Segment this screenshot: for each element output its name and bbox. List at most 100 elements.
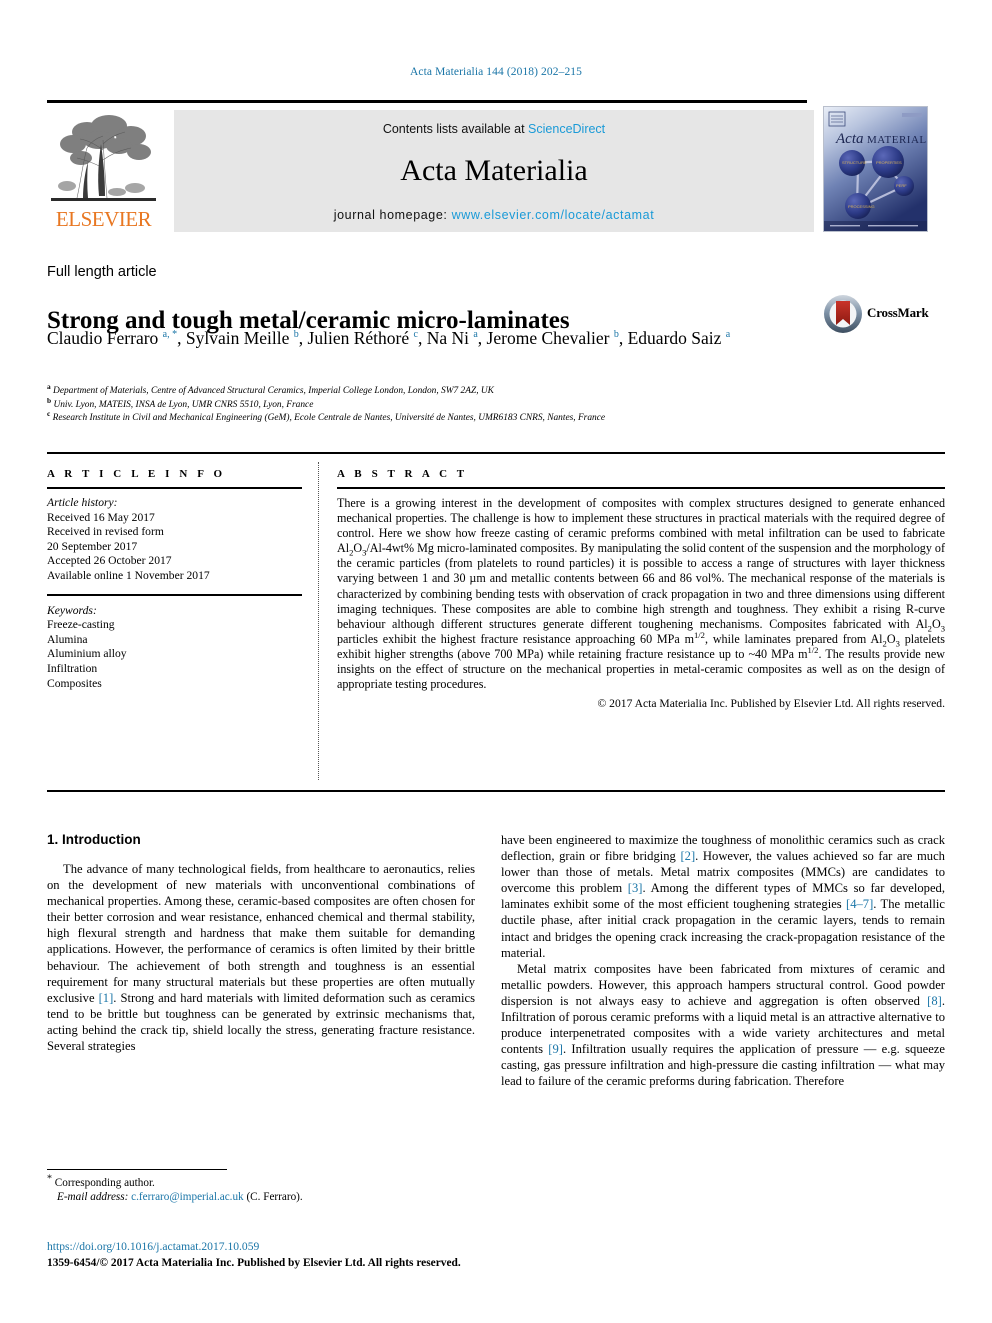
author-name: Sylvain Meille	[185, 328, 290, 348]
author-name: Claudio Ferraro	[47, 328, 159, 348]
author-marks: a	[725, 329, 731, 341]
email-label: E-mail address:	[57, 1191, 129, 1204]
contents-prefix: Contents lists available at	[382, 122, 529, 136]
journal-title: Acta Materialia	[400, 154, 588, 187]
citation-ref-9[interactable]: [9]	[548, 1042, 563, 1056]
author-entry: Na Ni a	[427, 328, 478, 348]
author-name: Na Ni	[426, 328, 469, 348]
abstract-column: A B S T R A C T There is a growing inter…	[337, 468, 945, 710]
affiliation-list: a Department of Materials, Centre of Adv…	[47, 381, 877, 426]
keywords-title: Keywords:	[47, 603, 97, 617]
masthead-top-rule	[47, 100, 807, 103]
author-entry: Claudio Ferraro a, *	[47, 328, 177, 348]
corresponding-marker: *	[47, 1173, 52, 1185]
article-type-label: Full length article	[47, 264, 157, 280]
abstract-text: There is a growing interest in the devel…	[337, 496, 945, 692]
affiliation-item: c Research Institute in Civil and Mechan…	[47, 408, 877, 426]
corresponding-author-label: Corresponding author.	[54, 1177, 155, 1189]
article-info-rule	[47, 487, 302, 489]
abstract-rule	[337, 487, 945, 489]
elsevier-wordmark: ELSEVIER	[55, 207, 152, 231]
author-marks: b	[613, 329, 619, 341]
svg-text:PROCESSING: PROCESSING	[848, 204, 875, 209]
author-name: Jerome Chevalier	[486, 328, 610, 348]
history-item: 20 September 2017	[47, 539, 138, 553]
email-link[interactable]: c.ferraro@imperial.ac.uk	[131, 1191, 243, 1203]
info-abstract-divider	[318, 462, 319, 780]
info-block-bottom-rule	[47, 790, 945, 792]
affiliation-mark: a	[47, 381, 51, 391]
journal-cover-thumbnail: Acta MATERIALIA STRUCTURE PROPERTIES PER…	[823, 106, 928, 232]
history-item: Accepted 26 October 2017	[47, 554, 172, 568]
svg-text:Acta: Acta	[835, 131, 864, 147]
doi-block: https://doi.org/10.1016/j.actamat.2017.1…	[47, 1239, 547, 1271]
author-marks: c	[413, 329, 418, 341]
doi-link[interactable]: https://doi.org/10.1016/j.actamat.2017.1…	[47, 1239, 547, 1255]
intro-paragraph-right-1: have been engineered to maximize the tou…	[501, 833, 945, 960]
intro-paragraph-left: The advance of many technological fields…	[47, 862, 475, 1054]
author-marks: a	[473, 329, 478, 341]
history-item: Received in revised form	[47, 525, 164, 539]
author-name: Eduardo Saiz	[627, 328, 722, 348]
crossmark-icon	[824, 295, 862, 333]
journal-homepage-line: journal homepage: www.elsevier.com/locat…	[174, 208, 814, 222]
article-history-group: Article history: Received 16 May 2017 Re…	[47, 496, 302, 584]
article-history-title: Article history:	[47, 496, 118, 509]
section-heading-introduction: 1. Introduction	[47, 832, 141, 847]
author-list: Claudio Ferraro a, *, Sylvain Meille b, …	[47, 328, 731, 348]
sciencedirect-link[interactable]: ScienceDirect	[528, 122, 605, 136]
history-item: Received 16 May 2017	[47, 510, 155, 524]
journal-homepage-link[interactable]: www.elsevier.com/locate/actamat	[452, 208, 655, 222]
keyword-item: Freeze-casting	[47, 618, 115, 632]
abstract-copyright: © 2017 Acta Materialia Inc. Published by…	[597, 697, 945, 711]
affiliation-item: a Department of Materials, Centre of Adv…	[47, 381, 877, 399]
affiliation-text: Univ. Lyon, MATEIS, INSA de Lyon, UMR CN…	[53, 399, 314, 410]
citation-ref-1[interactable]: [1]	[99, 991, 114, 1005]
email-line: E-mail address: c.ferraro@imperial.ac.uk…	[47, 1190, 477, 1204]
article-info-column: A R T I C L E I N F O Article history: R…	[47, 468, 302, 691]
intro-paragraph-right-2: Metal matrix composites have been fabric…	[501, 961, 945, 1089]
author-name: Julien Réthoré	[307, 328, 410, 348]
crossmark-label: CrossMark	[867, 305, 929, 320]
citation-ref-8[interactable]: [8]	[927, 994, 942, 1008]
svg-text:MATERIALIA: MATERIALIA	[867, 134, 927, 146]
elsevier-tree-icon	[47, 110, 160, 207]
keyword-item: Aluminium alloy	[47, 647, 127, 661]
affiliation-item: b Univ. Lyon, MATEIS, INSA de Lyon, UMR …	[47, 396, 877, 413]
svg-text:PERF: PERF	[896, 183, 907, 188]
author-marks: a, *	[162, 329, 178, 341]
contents-available-line: Contents lists available at ScienceDirec…	[174, 122, 814, 136]
svg-text:PROPERTIES: PROPERTIES	[876, 160, 902, 165]
journal-citation: Acta Materialia 144 (2018) 202–215	[409, 66, 583, 78]
crossmark-badge[interactable]: CrossMark	[823, 294, 945, 334]
keyword-item: Infiltration	[47, 661, 98, 675]
keywords-separator-rule	[47, 593, 302, 596]
citation-ref-4-7[interactable]: [4–7]	[846, 897, 873, 911]
affiliation-mark: c	[47, 408, 51, 418]
svg-text:STRUCTURE: STRUCTURE	[842, 160, 867, 165]
corresponding-author-line: * Corresponding author.	[47, 1173, 477, 1190]
issn-copyright-line: 1359-6454/© 2017 Acta Materialia Inc. Pu…	[47, 1257, 461, 1269]
info-block-top-rule	[47, 452, 945, 454]
citation-ref-3[interactable]: [3]	[628, 881, 643, 895]
email-owner: (C. Ferraro).	[246, 1191, 303, 1204]
abstract-label: A B S T R A C T	[337, 468, 468, 480]
article-page: Acta Materialia 144 (2018) 202–215 ELSEV…	[0, 0, 992, 1323]
affiliation-text: Research Institute in Civil and Mechanic…	[52, 413, 606, 423]
elsevier-logo: ELSEVIER	[47, 110, 160, 232]
citation-ref-2[interactable]: [2]	[680, 849, 695, 863]
article-info-label: A R T I C L E I N F O	[47, 468, 226, 480]
contents-band: Contents lists available at ScienceDirec…	[174, 110, 814, 232]
author-marks: b	[293, 329, 299, 341]
footnote-rule	[47, 1169, 227, 1170]
keywords-group: Keywords: Freeze-casting Alumina Alumini…	[47, 604, 302, 692]
keyword-item: Composites	[47, 676, 102, 690]
body-column-left: 1. Introduction The advance of many tech…	[47, 832, 475, 1054]
author-entry: Sylvain Meille b	[186, 328, 299, 348]
homepage-prefix: journal homepage:	[333, 208, 452, 222]
author-entry: Jerome Chevalier b	[487, 328, 619, 348]
journal-masthead: ELSEVIER Contents lists available at Sci…	[47, 100, 945, 232]
corresponding-author-note: * Corresponding author. E-mail address: …	[47, 1173, 477, 1205]
author-entry: Julien Réthoré c	[308, 328, 418, 348]
affiliation-mark: b	[47, 395, 52, 405]
